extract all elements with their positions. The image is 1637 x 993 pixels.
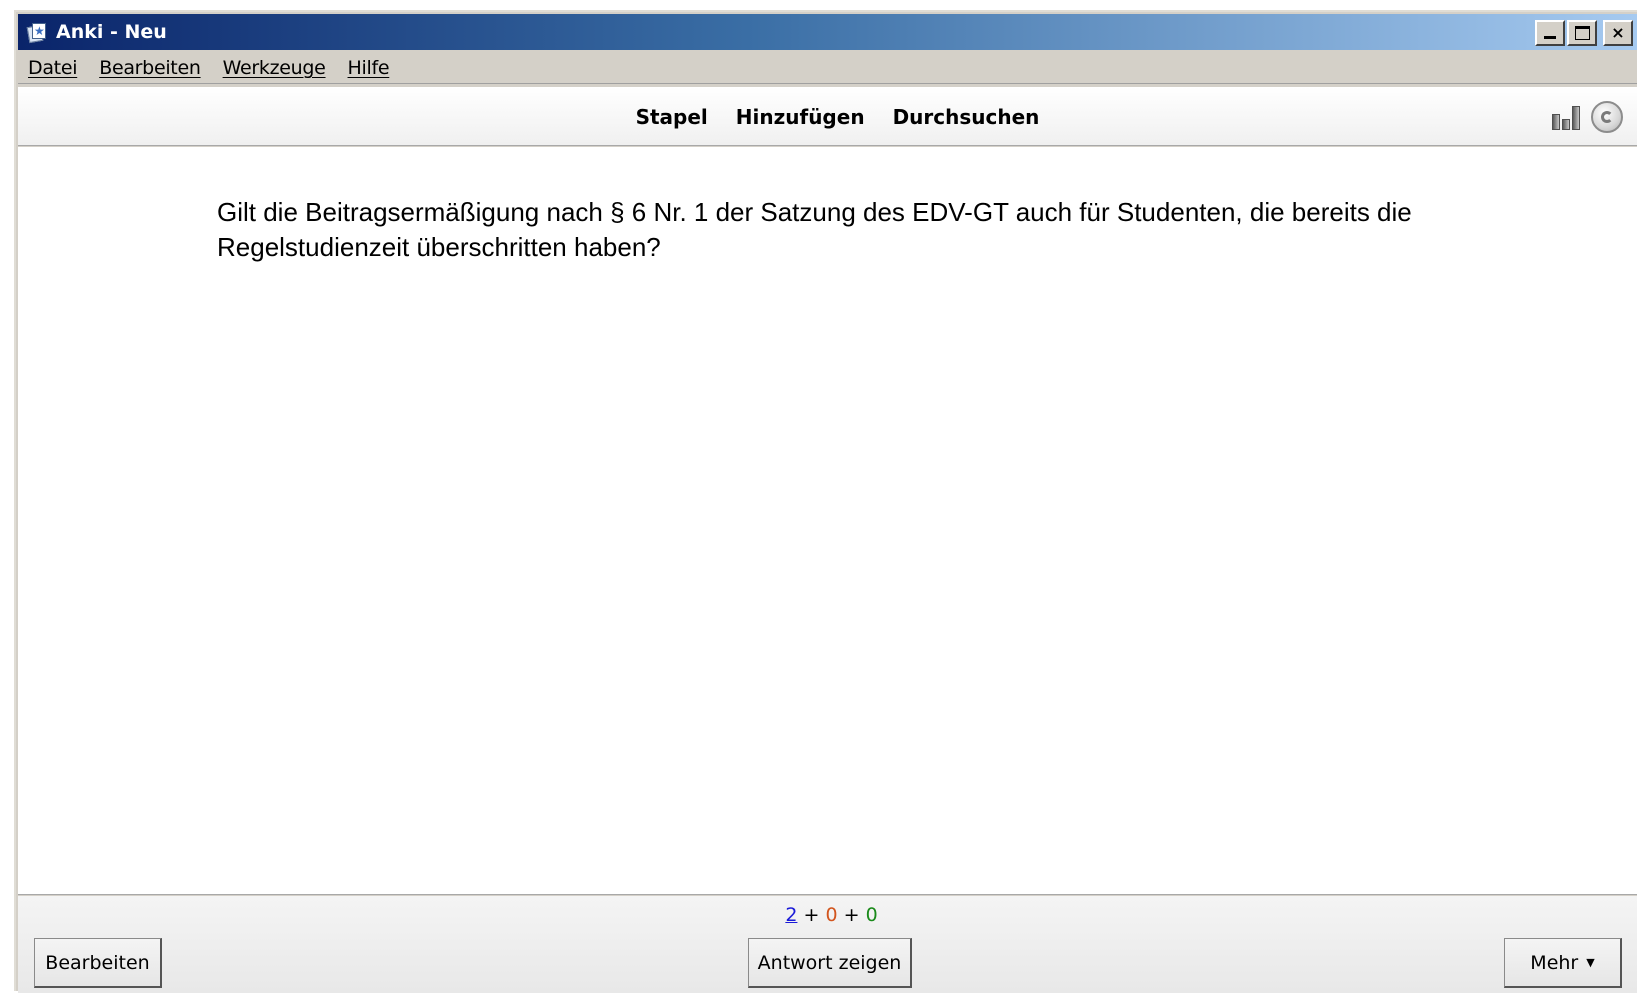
toolbar-link-decks[interactable]: Stapel [636,105,708,129]
card-content-area: Gilt die Beitragsermäßigung nach § 6 Nr.… [18,147,1637,895]
menu-bar: Datei Bearbeiten Werkzeuge Hilfe [18,52,1637,84]
count-review: 0 [865,904,878,926]
window-title: Anki - Neu [56,21,167,43]
toolbar-links: Stapel Hinzufügen Durchsuchen [18,87,1637,146]
count-separator: + [803,904,820,926]
more-button-label: Mehr [1530,951,1579,974]
dropdown-arrow-icon: ▼ [1586,956,1595,969]
count-new[interactable]: 2 [785,904,797,926]
menu-item-bearbeiten[interactable]: Bearbeiten [88,57,211,79]
bottom-bar: 2 + 0 + 0 Bearbeiten Antwort zeigen Mehr… [18,896,1637,993]
count-learning: 0 [825,904,838,926]
menu-item-hilfe[interactable]: Hilfe [337,57,401,79]
stats-icon[interactable] [1551,102,1583,132]
sync-icon[interactable] [1591,101,1623,133]
due-counts: 2 + 0 + 0 [18,904,1637,926]
top-toolbar: Stapel Hinzufügen Durchsuchen [18,87,1637,146]
anki-window: ★ Anki - Neu × Datei Bearbeiten Werkzeug… [14,10,1637,993]
menu-item-werkzeuge[interactable]: Werkzeuge [212,57,337,79]
toolbar-icons [1551,101,1623,133]
close-icon[interactable]: × [1603,20,1633,46]
edit-button[interactable]: Bearbeiten [34,938,162,988]
maximize-icon[interactable] [1567,20,1597,46]
minimize-icon[interactable] [1535,20,1565,46]
count-separator: + [843,904,860,926]
title-bar[interactable]: ★ Anki - Neu × [18,14,1637,50]
show-answer-button[interactable]: Antwort zeigen [748,938,912,988]
anki-app-icon[interactable]: ★ [26,21,48,44]
window-controls: × [1535,20,1633,46]
toolbar-link-browse[interactable]: Durchsuchen [893,105,1040,129]
toolbar-link-add[interactable]: Hinzufügen [736,105,865,129]
menu-item-datei[interactable]: Datei [18,57,88,79]
card-question: Gilt die Beitragsermäßigung nach § 6 Nr.… [217,197,1412,262]
more-button[interactable]: Mehr ▼ [1504,938,1622,988]
